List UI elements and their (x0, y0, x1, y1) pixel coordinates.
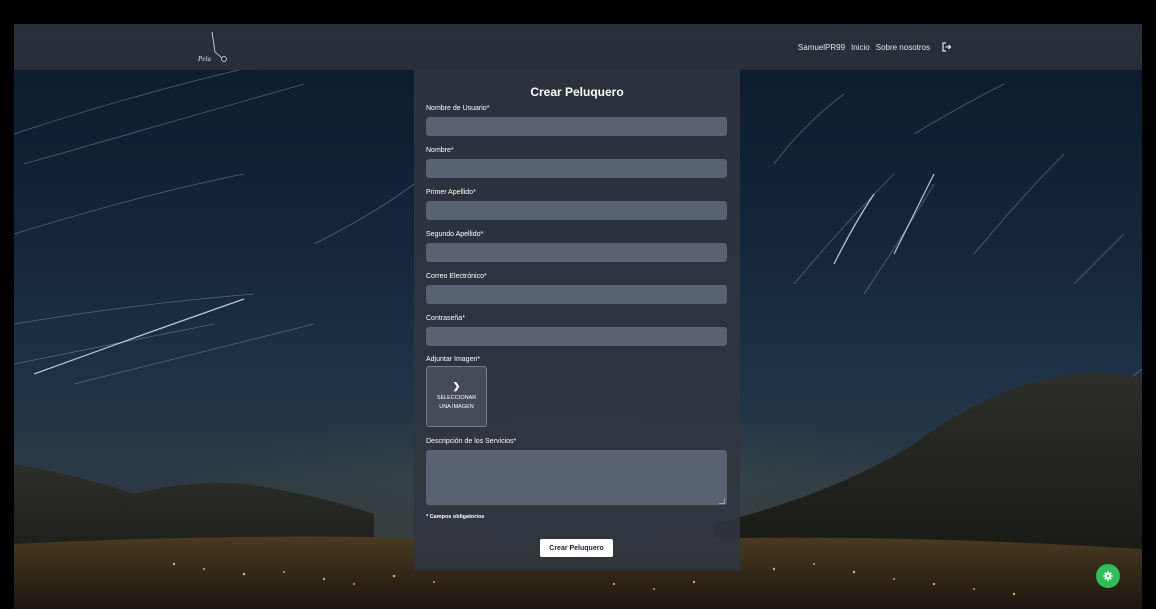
select-image-button[interactable]: ❯ SELECCIONAR UNA IMAGEN (426, 366, 487, 427)
first-name-input[interactable] (426, 159, 727, 178)
browser-viewport: Pelu SamuelPR99 Inicio Sobre nosotros Cr… (14, 24, 1142, 609)
create-hairdresser-form: Crear Peluquero Nombre de Usuario* Nombr… (414, 70, 740, 570)
email-label: Correo Electrónico* (426, 273, 487, 280)
chevron-right-icon: ❯ (452, 381, 461, 391)
description-label: Descripción de los Servicios* (426, 438, 517, 445)
form-title: Crear Peluquero (530, 85, 624, 99)
textarea-resize-handle[interactable] (719, 498, 725, 504)
nav-links: SamuelPR99 Inicio Sobre nosotros (798, 24, 952, 70)
create-hairdresser-button[interactable]: Crear Peluquero (540, 539, 613, 557)
password-input[interactable] (426, 327, 727, 346)
select-image-line-1: SELECCIONAR (436, 395, 477, 401)
logo-text: Pelu (197, 55, 211, 63)
second-surname-label: Segundo Apellido* (426, 231, 484, 238)
first-surname-input[interactable] (426, 201, 727, 220)
sign-out-icon[interactable] (942, 42, 952, 52)
gear-icon (1103, 571, 1113, 581)
password-label: Contraseña* (426, 315, 465, 322)
image-label: Adjuntar Imagen* (426, 356, 481, 363)
second-surname-input[interactable] (426, 243, 727, 262)
nav-link-sobre-nosotros[interactable]: Sobre nosotros (876, 43, 930, 52)
scissors-logo-icon[interactable]: Pelu (192, 30, 232, 64)
email-input[interactable] (426, 285, 727, 304)
select-image-line-2: UNA IMAGEN (439, 404, 474, 410)
first-surname-label: Primer Apellido* (426, 189, 476, 196)
first-name-label: Nombre* (426, 147, 454, 154)
navbar: Pelu SamuelPR99 Inicio Sobre nosotros (14, 24, 1142, 70)
nav-user-name[interactable]: SamuelPR99 (798, 43, 845, 52)
username-input[interactable] (426, 117, 727, 136)
nav-link-inicio[interactable]: Inicio (851, 43, 870, 52)
description-textarea[interactable] (426, 450, 727, 505)
required-fields-note: * Campos obligatorios (426, 514, 485, 520)
settings-button[interactable] (1096, 564, 1120, 588)
username-label: Nombre de Usuario* (426, 105, 490, 112)
